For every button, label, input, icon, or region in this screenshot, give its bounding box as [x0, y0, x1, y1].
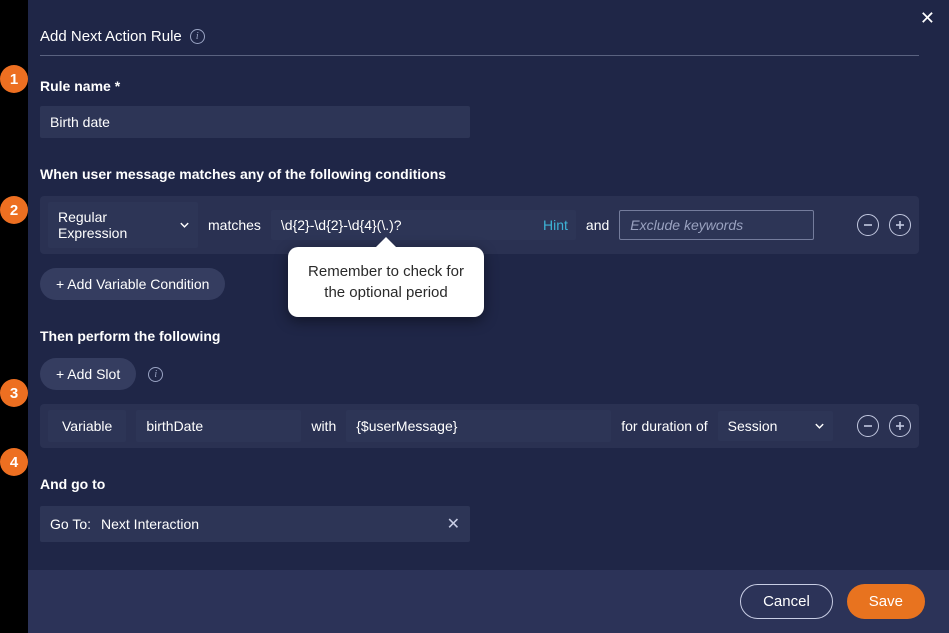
remove-condition-button[interactable]	[857, 214, 879, 236]
dialog-title: Add Next Action Rule	[40, 28, 182, 45]
with-label: with	[311, 418, 336, 434]
save-button[interactable]: Save	[847, 584, 925, 619]
add-variable-condition-button[interactable]: + Add Variable Condition	[40, 268, 225, 300]
slot-type-label: Variable	[48, 410, 126, 442]
cancel-button[interactable]: Cancel	[740, 584, 833, 619]
info-icon[interactable]: i	[148, 367, 163, 382]
condition-row: Regular Expression matches Hint and	[40, 196, 919, 254]
chevron-down-icon	[814, 421, 825, 432]
dialog-header: Add Next Action Rule i	[40, 28, 919, 56]
goto-prefix: Go To:	[50, 516, 91, 532]
exclude-keywords-input[interactable]	[619, 210, 814, 240]
step-badge-1: 1	[0, 65, 28, 93]
info-icon[interactable]: i	[190, 29, 205, 44]
pattern-input[interactable]	[271, 210, 576, 240]
goto-label: And go to	[40, 476, 919, 492]
add-slot-button[interactable]: + Add Slot	[40, 358, 136, 390]
rule-name-label: Rule name *	[40, 78, 919, 94]
actions-label: Then perform the following	[40, 328, 919, 344]
add-slot-row-button[interactable]	[889, 415, 911, 437]
rule-name-input[interactable]	[40, 106, 470, 138]
slot-row: Variable with for duration of Session	[40, 404, 919, 448]
and-label: and	[586, 217, 609, 233]
match-type-select[interactable]: Regular Expression	[48, 202, 198, 248]
chevron-down-icon	[179, 220, 190, 231]
goto-clear-icon[interactable]: ✕	[447, 514, 460, 534]
close-icon[interactable]: ✕	[920, 8, 935, 29]
slot-value-input[interactable]	[346, 410, 611, 442]
duration-label: for duration of	[621, 418, 707, 434]
conditions-label: When user message matches any of the fol…	[40, 166, 919, 182]
dialog-footer: Cancel Save	[28, 570, 949, 633]
match-type-value: Regular Expression	[58, 209, 170, 241]
step-badge-4: 4	[0, 448, 28, 476]
slot-name-input[interactable]	[136, 410, 301, 442]
remove-slot-button[interactable]	[857, 415, 879, 437]
dialog-panel: ✕ Add Next Action Rule i Rule name * Whe…	[28, 0, 949, 633]
duration-value: Session	[728, 418, 778, 434]
hint-link[interactable]: Hint	[543, 217, 568, 233]
goto-value: Next Interaction	[101, 516, 437, 532]
add-condition-button[interactable]	[889, 214, 911, 236]
step-badge-3: 3	[0, 379, 28, 407]
hint-tooltip: Remember to check for the optional perio…	[288, 247, 484, 317]
duration-select[interactable]: Session	[718, 411, 833, 441]
step-badge-2: 2	[0, 196, 28, 224]
matches-label: matches	[208, 217, 261, 233]
goto-row[interactable]: Go To: Next Interaction ✕	[40, 506, 470, 542]
